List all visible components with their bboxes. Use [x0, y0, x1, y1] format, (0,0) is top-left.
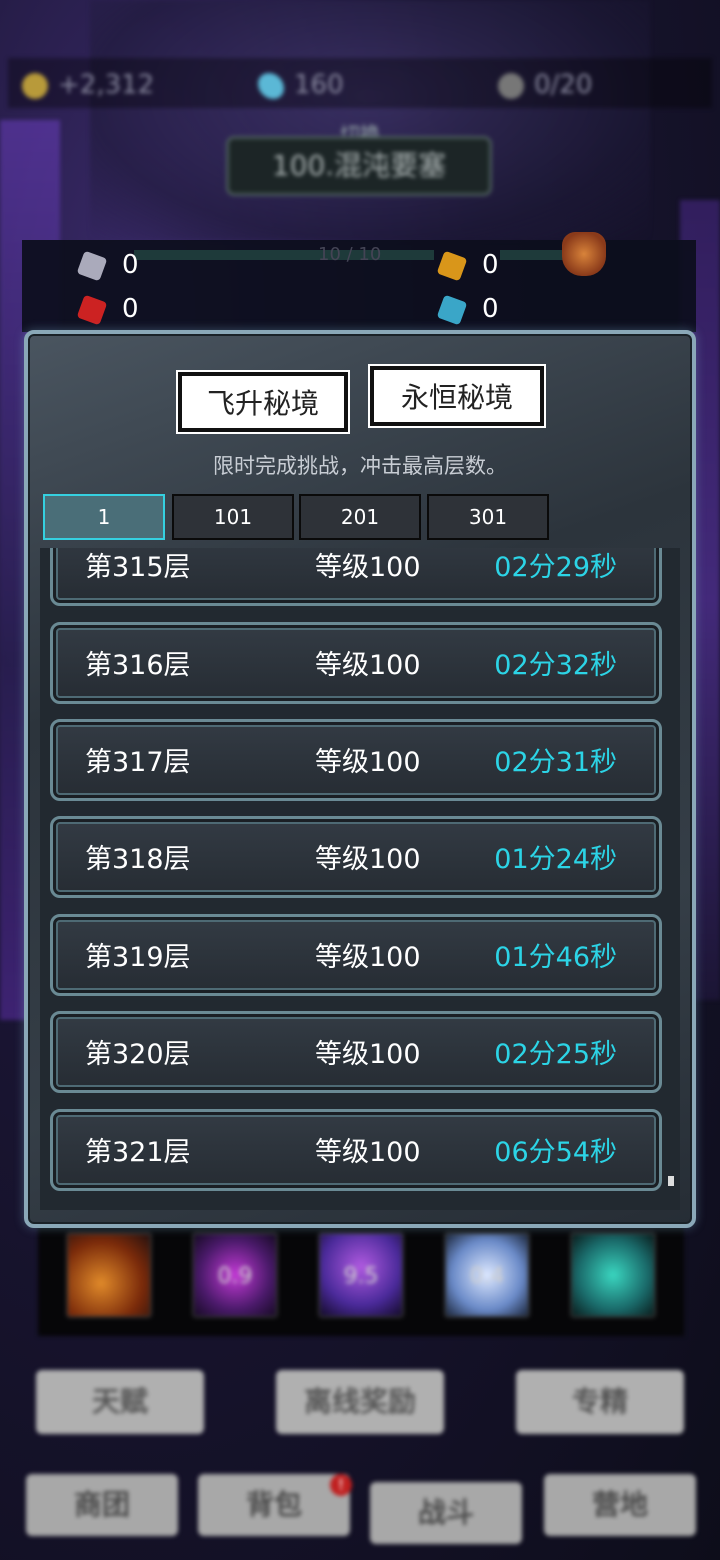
- skill-slot-frost[interactable]: 0.4: [444, 1232, 530, 1318]
- range-tab-1[interactable]: 1: [43, 494, 165, 540]
- red-stone-icon: [76, 294, 108, 325]
- floor-time: 02分31秒: [494, 747, 617, 778]
- floor-time: 01分46秒: [494, 942, 617, 973]
- floor-level: 等级100: [315, 942, 421, 973]
- nav-camp-button[interactable]: 营地: [544, 1474, 696, 1536]
- range-tab-301[interactable]: 301: [427, 494, 549, 540]
- floor-row[interactable]: 第315层 等级100 02分29秒: [50, 548, 662, 606]
- modal-subtitle: 限时完成挑战，冲击最高层数。: [213, 454, 507, 478]
- floor-row[interactable]: 第318层 等级100 01分24秒: [50, 816, 662, 898]
- floor-time: 02分29秒: [494, 552, 617, 583]
- coin-icon: [22, 72, 48, 99]
- floor-list[interactable]: 第315层 等级100 02分29秒 第316层 等级100 02分32秒 第3…: [40, 548, 680, 1210]
- fox-mask-icon[interactable]: [562, 232, 606, 276]
- floor-number: 第319层: [85, 942, 191, 973]
- slot-resource: 0/20: [498, 70, 592, 100]
- floor-level: 等级100: [315, 1137, 421, 1168]
- floor-number: 第316层: [85, 650, 191, 681]
- offline-reward-button[interactable]: 离线奖励: [276, 1370, 444, 1434]
- skill-slot-arcane[interactable]: 9.5: [318, 1232, 404, 1318]
- silver-stone-stat: 0: [76, 250, 139, 281]
- floor-level: 等级100: [315, 747, 421, 778]
- floor-row[interactable]: 第319层 等级100 01分46秒: [50, 914, 662, 996]
- floor-level: 等级100: [315, 1039, 421, 1070]
- floor-row[interactable]: 第317层 等级100 02分31秒: [50, 719, 662, 801]
- progress-text: 10 / 10: [318, 244, 382, 265]
- skill-slot-void[interactable]: 0.9: [192, 1232, 278, 1318]
- red-stone-stat: 0: [76, 294, 139, 325]
- gold-resource: +2,312: [22, 70, 154, 100]
- blue-stone-icon: [436, 294, 468, 325]
- backpack-alert-badge: !: [330, 1474, 352, 1496]
- talent-button[interactable]: 天赋: [36, 1370, 204, 1434]
- floor-row[interactable]: 第320层 等级100 02分25秒: [50, 1011, 662, 1093]
- gold-stone-icon: [436, 250, 468, 281]
- skill-slot-fire[interactable]: [66, 1232, 152, 1318]
- silver-stone-icon: [76, 250, 108, 281]
- slot-icon: [498, 72, 524, 99]
- gem-icon: [258, 72, 284, 99]
- floor-time: 02分25秒: [494, 1039, 617, 1070]
- floor-time: 01分24秒: [494, 844, 617, 875]
- floor-number: 第315层: [85, 552, 191, 583]
- floor-number: 第321层: [85, 1137, 191, 1168]
- floor-row[interactable]: 第321层 等级100 06分54秒: [50, 1109, 662, 1191]
- progress-track-secondary: [500, 250, 566, 260]
- floor-time: 02分32秒: [494, 650, 617, 681]
- nav-backpack-button[interactable]: 背包: [198, 1474, 350, 1536]
- tab-eternal-realm[interactable]: 永恒秘境: [370, 366, 544, 426]
- blue-stone-stat: 0: [436, 294, 499, 325]
- tab-ascension-realm[interactable]: 飞升秘境: [178, 372, 348, 432]
- floor-level: 等级100: [315, 844, 421, 875]
- nav-guild-button[interactable]: 商团: [26, 1474, 178, 1536]
- location-switch-button[interactable]: 100.混沌要塞: [226, 136, 492, 196]
- mastery-button[interactable]: 专精: [516, 1370, 684, 1434]
- list-scrollbar[interactable]: [668, 1176, 674, 1186]
- gold-stone-stat: 0: [436, 250, 499, 281]
- nav-battle-button[interactable]: 战斗: [370, 1482, 522, 1544]
- range-tab-101[interactable]: 101: [172, 494, 294, 540]
- floor-number: 第320层: [85, 1039, 191, 1070]
- floor-time: 06分54秒: [494, 1137, 617, 1168]
- floor-level: 等级100: [315, 650, 421, 681]
- skill-slot-wind[interactable]: [570, 1232, 656, 1318]
- floor-number: 第318层: [85, 844, 191, 875]
- progress-track: [134, 250, 434, 260]
- range-tab-201[interactable]: 201: [299, 494, 421, 540]
- floor-number: 第317层: [85, 747, 191, 778]
- gem-resource: 160: [258, 70, 344, 100]
- floor-level: 等级100: [315, 552, 421, 583]
- floor-row[interactable]: 第316层 等级100 02分32秒: [50, 622, 662, 704]
